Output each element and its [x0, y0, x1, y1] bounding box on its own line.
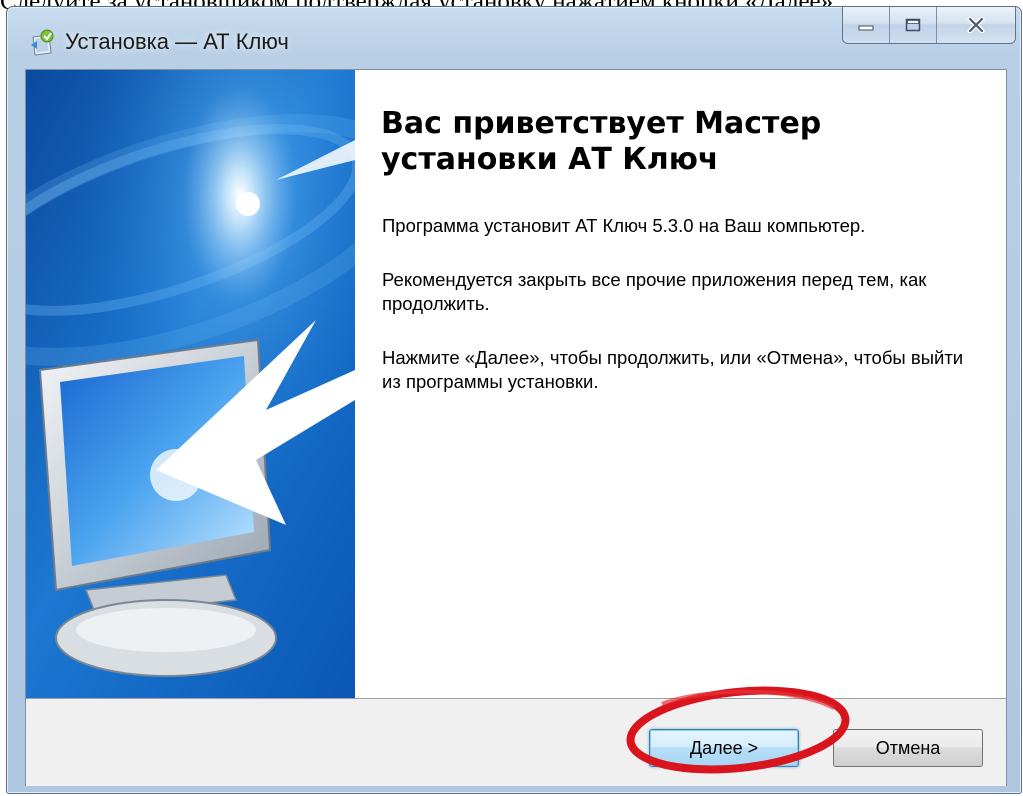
- welcome-heading: Вас приветствует Мастер установки АТ Клю…: [381, 106, 822, 177]
- caption-buttons: [842, 7, 1016, 44]
- wizard-banner-image: [26, 70, 355, 698]
- window-title: Установка — АТ Ключ: [65, 29, 289, 54]
- cancel-button[interactable]: Отмена: [833, 729, 983, 767]
- close-button[interactable]: [937, 7, 1015, 43]
- installer-window: Установка — АТ Ключ Вас приветствует Мас…: [6, 6, 1022, 794]
- install-info-text: Программа установит АТ Ключ 5.3.0 на Ваш…: [382, 215, 866, 236]
- wizard-content: Вас приветствует Мастер установки АТ Клю…: [355, 70, 1006, 698]
- installer-app-icon: [27, 27, 57, 57]
- next-button[interactable]: Далее >: [649, 729, 799, 767]
- maximize-button[interactable]: [890, 7, 937, 43]
- wizard-footer: Далее > Отмена: [26, 698, 1006, 786]
- instructions-text: Нажмите «Далее», чтобы продолжить, или «…: [382, 347, 964, 392]
- title-bar[interactable]: Установка — АТ Ключ: [7, 7, 1021, 75]
- maximize-icon: [905, 18, 921, 32]
- close-apps-text: Рекомендуется закрыть все прочие приложе…: [382, 269, 927, 314]
- minimize-icon: [858, 19, 874, 31]
- close-icon: [967, 17, 985, 33]
- wizard-client-area: Вас приветствует Мастер установки АТ Клю…: [25, 69, 1007, 786]
- minimize-button[interactable]: [843, 7, 890, 43]
